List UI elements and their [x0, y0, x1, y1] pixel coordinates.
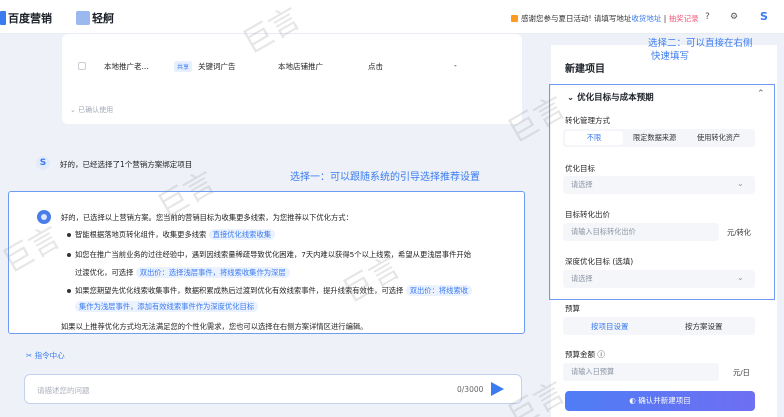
option-dual-bid-shallow[interactable]: 双出价：选择浅层事件，将线索收集作为深层 — [135, 267, 290, 278]
user-avatar[interactable]: S — [760, 10, 768, 23]
bot-message-text: 好的，已经选择了1个营销方案绑定项目 — [60, 160, 193, 169]
option-dual-bid-deep-cont[interactable]: 集作为浅层事件，添加有效线索事件作为深度优化目标 — [75, 301, 259, 312]
bullet-dot — [67, 233, 71, 237]
qingge-logo-icon — [76, 11, 90, 25]
confirm-create-project-button[interactable]: ◐ 确认并新建项目 — [565, 391, 755, 411]
product-name[interactable]: 轻舸 — [92, 10, 114, 26]
budget-mode-segmented: 按项目设置 按方案设置 — [563, 317, 755, 335]
plan-ad-type: 关键词广告 — [198, 62, 236, 71]
table-row: 本地推广老... 共享 关键词广告 本地店铺推广 点击 - — [78, 59, 508, 73]
brand-name[interactable]: 百度营销 — [8, 10, 52, 26]
option-dual-bid-deep[interactable]: 双出价：将线索收 — [405, 285, 473, 296]
summer-event-notice: 感谢您参与夏日活动! 请填写地址收货地址 | 抽奖记录 — [511, 13, 699, 24]
option-direct-leads[interactable]: 直接优化线索收集 — [208, 229, 276, 240]
budget-option-plan[interactable]: 按方案设置 — [685, 321, 723, 332]
notice-text: 感谢您参与夏日活动! 请填写地址 — [521, 14, 632, 23]
ai-recommendation-card: 好的，已选择以上营销方案。您当前的营销目标为收集更多线索，为您推荐以下优化方式：… — [8, 191, 525, 334]
plan-extra: - — [454, 61, 457, 70]
baidu-logo-icon — [0, 11, 6, 25]
plan-scene: 本地店铺推广 — [278, 62, 323, 71]
recommendation-item-1: 智能根据落地页转化组件，收集更多线索 直接优化线索收集 — [75, 229, 276, 240]
budget-section-label: 预算 — [565, 304, 580, 313]
plan-name: 本地推广老... — [104, 62, 149, 71]
ai-assistant-icon — [37, 210, 51, 224]
recommendation-item-2: 如您在推广当前业务的过往经验中，遇到因线索量稀疏导致优化困难，7天内难以获得5个… — [75, 250, 472, 259]
notice-separator: | — [661, 14, 669, 23]
right-highlight-frame — [549, 84, 775, 300]
lottery-records-link[interactable]: 抽奖记录 — [669, 14, 699, 23]
row-checkbox[interactable] — [78, 62, 86, 70]
chat-input-box: 0/3000 — [24, 374, 522, 404]
bullet-dot — [67, 289, 71, 293]
annotation-option-two: 选择二：可以直接在右侧 快速填写 — [648, 38, 753, 62]
command-center-button[interactable]: ✂ 指令中心 — [26, 350, 65, 361]
shared-badge: 共享 — [174, 61, 193, 72]
help-icon[interactable]: ? — [705, 12, 710, 22]
chat-input[interactable] — [37, 383, 437, 397]
char-counter: 0/3000 — [457, 385, 484, 394]
send-icon[interactable] — [491, 382, 504, 396]
plan-goal: 点击 — [368, 62, 383, 71]
notice-icon — [511, 15, 518, 22]
chat-area: 本地推广老... 共享 关键词广告 本地店铺推广 点击 - ⌄ 已确认使用 S … — [0, 34, 540, 417]
recommendation-item-2-cont: 过渡优化，可选择 双出价：选择浅层事件，将线索收集作为深层 — [75, 267, 290, 278]
ai-closing-text: 如果以上推荐优化方式均无法满足您的个性化需求，您也可以选择在右侧方案详情区进行编… — [61, 322, 368, 331]
budget-amount-input[interactable]: 请输入日预算 — [563, 363, 719, 381]
top-bar: 百度营销 轻舸 感谢您参与夏日活动! 请填写地址收货地址 | 抽奖记录 ? ⚙ … — [0, 0, 784, 34]
input-placeholder: 请输入日预算 — [571, 367, 615, 376]
panel-title: 新建项目 — [565, 64, 605, 75]
shipping-address-link[interactable]: 收货地址 — [631, 14, 661, 23]
ai-intro-text: 好的，已选择以上营销方案。您当前的营销目标为收集更多线索，为您推荐以下优化方式： — [61, 213, 353, 222]
recommendation-item-3-cont: 集作为浅层事件，添加有效线索事件作为深度优化目标 — [75, 301, 259, 312]
budget-option-project[interactable]: 按项目设置 — [591, 321, 629, 332]
recommendation-item-3: 如果您期望先优化线索收集事件，数据积累成熟后过渡到优化有效线索事件，提升线索有效… — [75, 285, 473, 296]
confirmed-used-label: ⌄ 已确认使用 — [70, 106, 114, 114]
user-badge: S — [36, 156, 50, 170]
annotation-option-one: 选择一：可以跟随系统的引导选择推荐设置 — [290, 172, 480, 183]
settings-icon[interactable]: ⚙ — [730, 12, 738, 22]
bullet-dot — [67, 253, 71, 257]
plan-table-card: 本地推广老... 共享 关键词广告 本地店铺推广 点击 - ⌄ 已确认使用 — [62, 34, 522, 124]
budget-amount-unit: 元/日 — [733, 368, 750, 377]
budget-amount-label: 预算金额 ⓘ — [565, 350, 605, 359]
